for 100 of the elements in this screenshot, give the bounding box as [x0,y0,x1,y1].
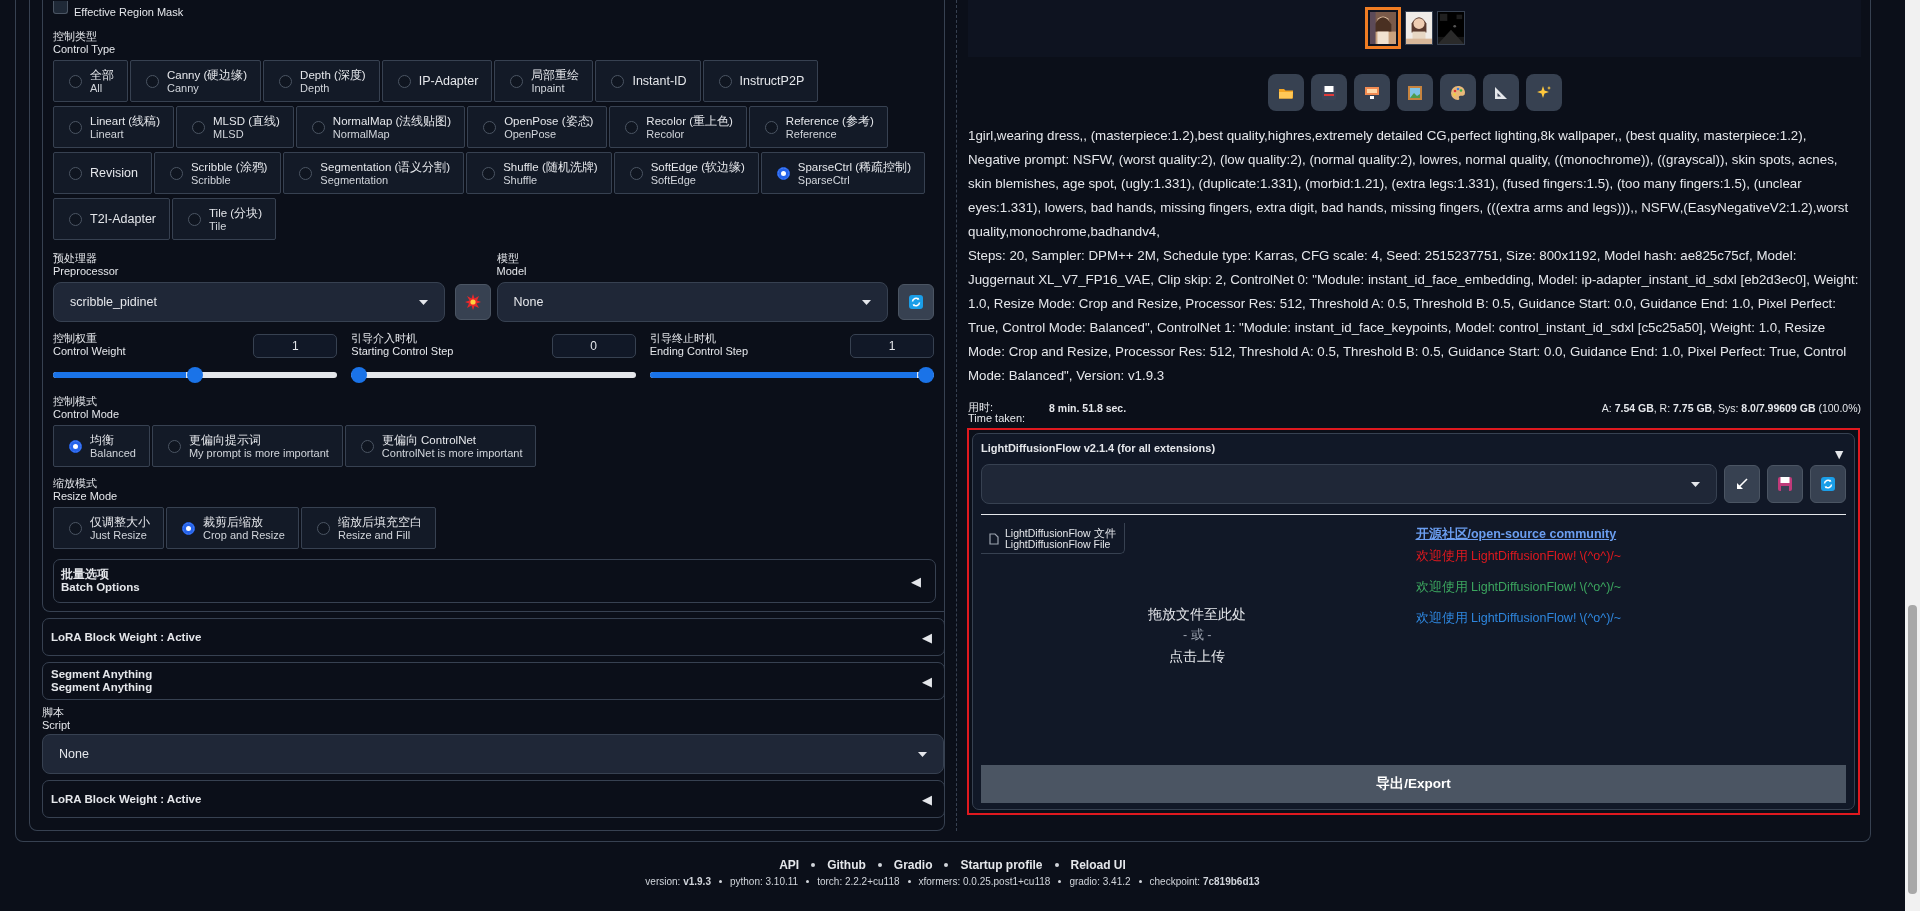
radio-option[interactable]: 缩放后填充空白 Resize and Fill [300,507,436,549]
radio-button[interactable] [629,166,643,180]
accordion-header[interactable]: LoRA Block Weight : Active ◀ [42,618,945,656]
radio-option[interactable]: IP-Adapter [381,60,493,102]
radio-button[interactable] [611,74,625,88]
dropdown[interactable]: None [42,734,944,774]
radio-option[interactable]: 裁剪后缩放 Crop and Resize [166,507,299,549]
accordion-header[interactable]: 批量选项 Batch Options ◀ [53,559,936,603]
radio-button[interactable] [182,521,195,535]
radio-button[interactable] [311,120,325,134]
radio-option[interactable]: T2I-Adapter [53,198,170,240]
dropdown[interactable]: None [496,282,888,322]
radio-option[interactable]: NormalMap (法线贴图) NormalMap [295,106,466,148]
export-button[interactable]: 导出/Export [981,765,1846,803]
radio-button[interactable] [718,74,732,88]
radio-option[interactable]: Revision [53,152,152,194]
accordion-header[interactable]: LoRA Block Weight : Active ◀ [42,780,945,818]
radio-option[interactable]: Instant-ID [595,60,701,102]
accordion-arrow[interactable]: ◀ [911,573,921,589]
radio-button[interactable] [397,74,411,88]
send-to-img2img-button[interactable] [1353,74,1390,111]
radio-button[interactable] [69,120,82,134]
radio-button[interactable] [69,166,82,180]
accordion-header[interactable]: Segment Anything Segment Anything ◀ [42,662,945,700]
send-to-extras-button[interactable] [1439,74,1476,111]
enhance-button[interactable] [1525,74,1562,111]
radio-option[interactable]: 更偏向 ControlNet ControlNet is more important [344,425,537,467]
radio-label: SoftEdge [650,173,697,186]
radio-option[interactable]: Lineart (线稿) Lineart [53,106,175,148]
radio-option[interactable]: Scribble (涂鸦) Scribble [153,152,282,194]
radio-button[interactable] [625,120,639,134]
save-button[interactable] [1767,465,1803,503]
checkbox[interactable] [53,1,68,14]
number-field[interactable]: 1 [850,334,934,358]
footer-link[interactable]: API [779,858,800,872]
radio-button[interactable] [316,521,330,535]
accordion-arrow[interactable]: ◀ [922,629,932,645]
radio-button[interactable] [483,120,497,134]
accordion-arrow[interactable]: ◀ [922,673,932,689]
radio-button[interactable] [299,166,313,180]
radio-option[interactable]: 局部重绘 Inpaint [494,60,594,102]
number-field[interactable]: 0 [551,334,636,358]
open-folder-button[interactable] [1267,74,1304,111]
radio-option[interactable]: Recolor (重上色) Recolor [609,106,747,148]
radio-option[interactable]: Depth (深度) Depth [263,60,380,102]
radio-button[interactable] [482,166,496,180]
scrollbar[interactable] [1905,0,1920,911]
radio-button[interactable] [169,166,183,180]
run-preprocessor-button[interactable] [454,284,491,320]
slider-thumb[interactable] [918,367,934,383]
radio-option[interactable]: MLSD (直线) MLSD [176,106,294,148]
refresh-button[interactable] [898,284,934,320]
radio-option[interactable]: Segmentation (语义分割) Segmentation [283,152,465,194]
radio-option[interactable]: 全部 All [53,60,128,102]
footer-link[interactable]: Gradio [893,858,933,872]
community-link[interactable]: 开源社区/open-source community [1415,526,1617,543]
time-label: 用时: [968,402,995,413]
collapse-arrow[interactable]: ▼ [1832,446,1846,462]
radio-button[interactable] [69,74,82,88]
thumbnail[interactable] [1364,7,1401,49]
radio-button[interactable] [167,439,181,453]
radio-option[interactable]: 更偏向提示词 My prompt is more important [151,425,343,467]
radio-button[interactable] [69,521,82,535]
radio-option[interactable]: OpenPose (姿态) OpenPose [467,106,608,148]
radio-button[interactable] [69,212,82,226]
radio-option[interactable]: SoftEdge (软边缘) SoftEdge [613,152,759,194]
radio-button[interactable] [69,439,82,453]
radio-option[interactable]: SparseCtrl (稀疏控制) SparseCtrl [760,152,925,194]
send-to-inpaint-button[interactable] [1396,74,1433,111]
radio-button[interactable] [146,74,159,88]
radio-button[interactable] [192,120,206,134]
radio-button[interactable] [188,212,201,226]
thumbnail[interactable] [1404,11,1433,45]
footer-link[interactable]: Startup profile [960,858,1043,872]
radio-option[interactable]: Shuffle (随机洗牌) Shuffle [466,152,612,194]
number-field[interactable]: 1 [253,334,338,358]
file-drop-area[interactable]: LightDiffusionFlow 文件 LightDiffusionFlow File 拖放文件至此处 - 或 - 点击上传 [981,515,1414,763]
radio-button[interactable] [279,74,293,88]
radio-option[interactable]: Canny (硬边缘) Canny [130,60,262,102]
slider-thumb[interactable] [187,367,204,383]
radio-button[interactable] [510,74,524,88]
radio-option[interactable]: Tile (分块) Tile [172,198,276,240]
radio-button[interactable] [360,439,374,453]
accordion-arrow[interactable]: ◀ [922,791,932,807]
footer-link[interactable]: Reload UI [1070,858,1126,872]
dropdown[interactable]: scribble_pidinet [53,282,445,322]
import-button[interactable] [1724,465,1760,503]
dropdown[interactable] [981,464,1717,504]
radio-option[interactable]: Reference (参考) Reference [748,106,888,148]
refresh-button[interactable] [1810,465,1846,503]
thumbnail[interactable] [1436,11,1465,45]
footer-link[interactable]: Github [827,858,866,872]
radio-option[interactable]: 均衡 Balanced [53,425,150,467]
save-button[interactable] [1310,74,1347,111]
radio-option[interactable]: InstructP2P [702,60,819,102]
radio-button[interactable] [776,166,790,180]
send-to-train-button[interactable] [1482,74,1519,111]
slider-thumb[interactable] [351,367,368,383]
radio-button[interactable] [764,120,778,134]
radio-option[interactable]: 仅调整大小 Just Resize [53,507,164,549]
